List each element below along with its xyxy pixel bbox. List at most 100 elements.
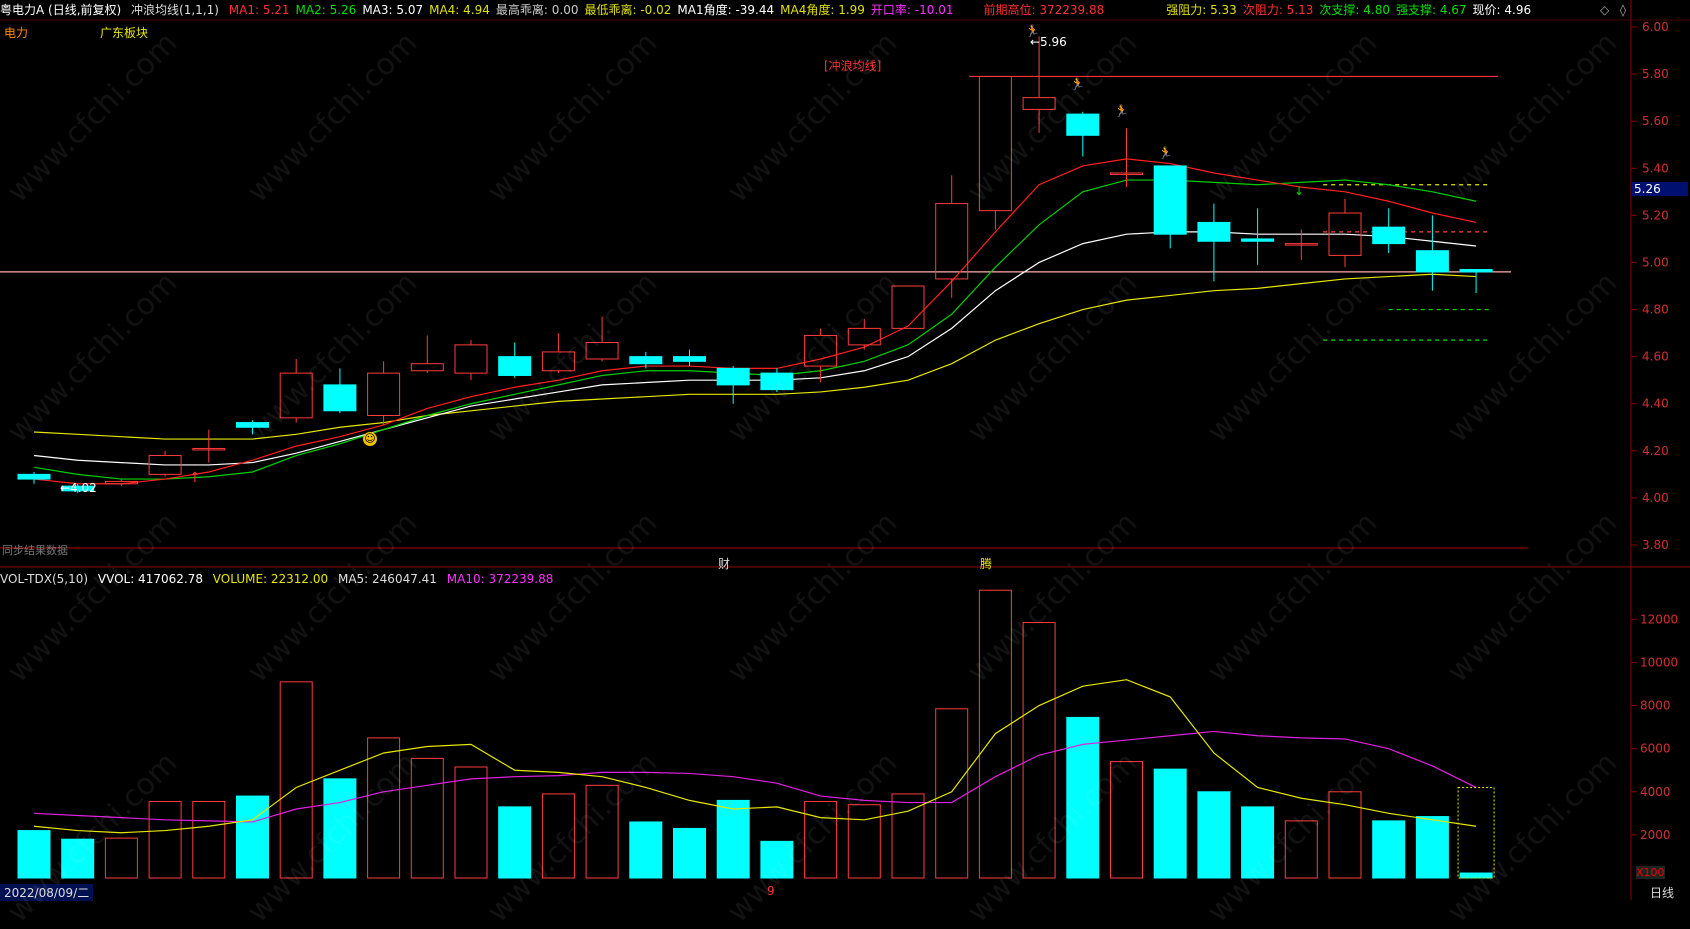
volume-bar	[1241, 806, 1275, 879]
stock-title[interactable]: 粤电力A (日线,前复权)	[0, 3, 121, 17]
volume-value: VOLUME: 22312.00	[212, 572, 329, 586]
price-tick-label: 4.40	[1642, 397, 1669, 411]
price-tick-label: 4.20	[1642, 444, 1669, 458]
volume-bar	[1066, 716, 1100, 879]
volume-bar	[1372, 820, 1406, 879]
price-tick-label: 5.00	[1642, 255, 1669, 269]
candle-body	[279, 372, 313, 419]
runner-icon-2: 🏃	[1070, 77, 1085, 91]
volume-bar	[17, 830, 51, 879]
header-item-7: MA4角度: 1.99	[780, 3, 865, 17]
header-item-10: 强阻力: 5.33	[1166, 3, 1237, 17]
ma3-line	[33, 231, 1477, 466]
volume-bar	[585, 784, 619, 879]
sector-tag-power[interactable]: 电力	[4, 24, 28, 41]
volume-bar	[104, 837, 138, 879]
header-item-0: MA1: 5.21	[228, 3, 290, 17]
volume-bar	[323, 778, 357, 879]
volume-bar	[454, 766, 488, 879]
runner-icon-4: 🏃	[1158, 146, 1173, 160]
price-tick-label: 5.60	[1642, 114, 1669, 128]
price-tick-label: 5.80	[1642, 67, 1669, 81]
volume-bar	[367, 737, 401, 879]
price-tick-label: 4.00	[1642, 491, 1669, 505]
header-item-14: 现价: 4.96	[1472, 3, 1532, 17]
price-tick-label: 5.20	[1642, 208, 1669, 222]
surge-mark[interactable]: 腾	[980, 555, 992, 572]
volume-bar	[1284, 820, 1318, 879]
chart-svg: 6.00 5.80 5.60 5.40 5.20 5.00 4.80 4.60 4.40 4.20…	[0, 0, 1690, 900]
ma4-line	[33, 273, 1477, 440]
current-volume-box	[1457, 786, 1495, 879]
volume-bar	[1110, 761, 1143, 879]
volume-bar	[1197, 791, 1231, 879]
indicator-title[interactable]: 冲浪均线(1,1,1)	[131, 3, 219, 17]
candle-body	[673, 356, 706, 362]
header-item-13: 强支撑: 4.67	[1395, 3, 1467, 17]
volume-title[interactable]: VOL-TDX(5,10)	[0, 572, 88, 586]
candle-body	[716, 367, 750, 386]
volume-tick-label: 8000	[1640, 699, 1671, 713]
volume-bar	[498, 806, 532, 879]
volume-bar	[410, 757, 444, 879]
price-tick-label: 4.60	[1642, 350, 1669, 364]
volume-bar	[279, 681, 313, 879]
volume-bar	[236, 795, 269, 879]
header-item-3: MA4: 4.94	[429, 3, 490, 17]
finance-mark[interactable]: 财	[718, 555, 730, 572]
header-item-9: 前期高位: 372239.88	[983, 3, 1105, 17]
smiley-icon: ☺	[363, 432, 377, 446]
volume-bar	[1153, 768, 1187, 879]
candle-body	[935, 203, 969, 280]
header-item-12: 次支撑: 4.80	[1319, 3, 1390, 17]
candle-body	[585, 342, 619, 360]
candle-body	[1372, 226, 1406, 245]
volume-bar	[1415, 816, 1449, 879]
candle-body	[498, 356, 532, 376]
green-arrow-down-icon: ↓	[1294, 184, 1305, 198]
ma1-line	[33, 158, 1477, 485]
candle-body	[1415, 250, 1449, 273]
header-item-11: 次阻力: 5.13	[1242, 3, 1314, 17]
candle-body	[1197, 221, 1231, 242]
period-label[interactable]: 日线	[1650, 884, 1674, 901]
volume-bar	[935, 708, 969, 879]
candle-body	[1153, 165, 1187, 235]
sector-tag-guangdong[interactable]: 广东板块	[100, 24, 148, 41]
vol-ma10-value: MA10: 372239.88	[446, 572, 554, 586]
runner-icon-1: 🏃	[1025, 24, 1040, 38]
volume-bar	[673, 827, 706, 879]
volume-bar	[804, 800, 838, 879]
volume-tick-label: 10000	[1640, 655, 1678, 669]
date-label: 2022/08/09/二	[0, 884, 94, 901]
candle-body	[760, 372, 794, 391]
candle-body	[541, 351, 575, 372]
volume-bar	[61, 838, 95, 879]
main-header: 粤电力A (日线,前复权) 冲浪均线(1,1,1) MA1: 5.21 MA2: …	[0, 0, 1690, 20]
candle-body	[367, 372, 401, 417]
current-price-badge: 5.26	[1632, 182, 1688, 196]
candle-body	[17, 473, 51, 480]
volume-header: VOL-TDX(5,10) VVOL: 417062.78 VOLUME: 22…	[0, 569, 559, 589]
candle-body	[410, 363, 444, 372]
candle-body	[454, 344, 488, 374]
pin-icon[interactable]: ◊	[1620, 3, 1626, 17]
volume-bar	[192, 800, 226, 879]
candle-body	[1066, 113, 1100, 136]
diamond-icon[interactable]: ◇	[1600, 3, 1609, 17]
price-tick-label: 4.80	[1642, 303, 1669, 317]
header-item-5: 最低乖离: -0.02	[584, 3, 672, 17]
chart-label: [冲浪均线]	[824, 59, 882, 73]
volume-bar	[148, 800, 182, 879]
vol-ma5-value: MA5: 246047.41	[337, 572, 437, 586]
candle-body	[629, 356, 663, 365]
cursor-mark: 9	[767, 884, 775, 898]
header-item-6: MA1角度: -39.44	[677, 3, 775, 17]
price-tick-label: 5.40	[1642, 161, 1669, 175]
volume-bar	[629, 821, 663, 879]
volume-bar	[760, 840, 794, 879]
volume-tick-label: 12000	[1640, 612, 1678, 626]
price-tick-label: 3.80	[1642, 538, 1669, 552]
volume-tick-label: 4000	[1640, 785, 1671, 799]
header-item-4: 最高乖离: 0.00	[495, 3, 579, 17]
